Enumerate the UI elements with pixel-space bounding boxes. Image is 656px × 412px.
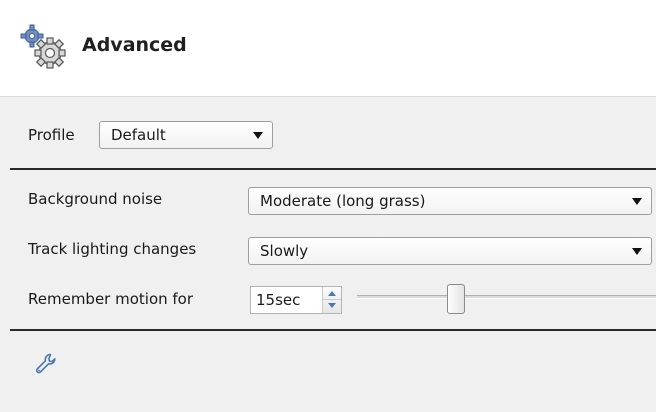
gear-icon xyxy=(20,24,66,69)
spin-up-button[interactable] xyxy=(323,287,341,300)
background-noise-dropdown[interactable]: Moderate (long grass) xyxy=(248,187,652,215)
arrow-up-icon xyxy=(328,291,336,296)
spinbox-buttons xyxy=(322,287,341,313)
remember-motion-slider-handle[interactable] xyxy=(446,284,465,314)
panel-header: Advanced xyxy=(0,0,656,97)
profile-dropdown[interactable]: Default xyxy=(99,121,273,149)
chevron-down-icon xyxy=(632,248,642,255)
divider xyxy=(10,168,656,170)
page-title: Advanced xyxy=(82,34,187,56)
background-noise-label: Background noise xyxy=(28,190,163,208)
remember-motion-spinbox[interactable]: 15sec xyxy=(250,286,342,314)
remember-motion-slider-track[interactable] xyxy=(357,295,656,299)
track-lighting-value: Slowly xyxy=(260,242,309,260)
track-lighting-dropdown[interactable]: Slowly xyxy=(248,237,652,265)
track-lighting-label: Track lighting changes xyxy=(28,240,197,258)
remember-motion-value: 15sec xyxy=(256,291,301,309)
chevron-down-icon xyxy=(632,198,642,205)
profile-label: Profile xyxy=(28,126,75,144)
spin-down-button[interactable] xyxy=(323,300,341,313)
remember-motion-label: Remember motion for xyxy=(28,290,194,308)
profile-value: Default xyxy=(111,126,166,144)
wrench-icon[interactable] xyxy=(34,352,58,376)
arrow-down-icon xyxy=(328,303,336,308)
divider xyxy=(10,329,656,331)
background-noise-value: Moderate (long grass) xyxy=(260,192,426,210)
chevron-down-icon xyxy=(253,132,263,139)
